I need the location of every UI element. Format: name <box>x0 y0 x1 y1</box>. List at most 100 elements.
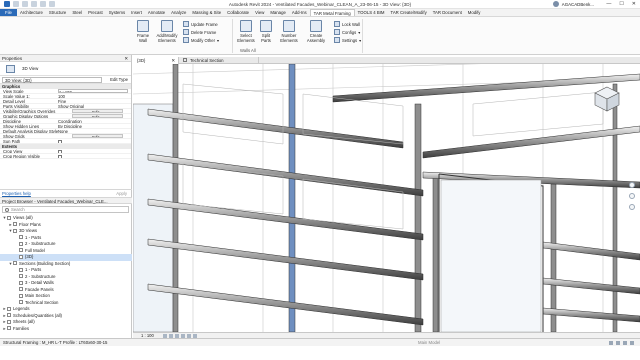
chevron-down-icon: ▾ <box>216 37 220 43</box>
properties-grid: Graphics View Scale 1 : 100 Scale Value 1: 1… <box>0 84 131 159</box>
minimize-button[interactable]: — <box>606 1 611 7</box>
ribbon-tab-manage[interactable]: Manage <box>267 9 289 16</box>
lock-wall-button[interactable]: Lock Wall <box>334 21 360 27</box>
project-browser-search[interactable]: Search <box>2 206 129 213</box>
select-elements-label: Select Elements <box>237 33 255 43</box>
search-placeholder: Search <box>11 207 25 212</box>
apply-button[interactable]: Apply <box>116 190 127 197</box>
view-icon <box>19 280 23 285</box>
project-browser-header: Project Browser - Ventilated Facades_Web… <box>0 197 132 204</box>
checkbox[interactable] <box>58 149 62 153</box>
tree-node-label: Sheets (all) <box>13 319 35 324</box>
property-row: Crop Region Visible <box>0 154 131 159</box>
pan-icon[interactable] <box>629 204 635 210</box>
zoom-icon[interactable] <box>629 193 635 199</box>
filter-icon[interactable] <box>630 341 634 345</box>
worksets-icon[interactable] <box>609 341 613 345</box>
ribbon-tab-tar-metal-framing[interactable]: TAR Metal Framing <box>309 9 355 16</box>
property-name: Default Analysis Display Style <box>3 129 58 133</box>
frame-wall-label: Frame Wall <box>136 33 150 43</box>
ribbon-tab-systems[interactable]: Systems <box>106 9 128 16</box>
tab-technical-section[interactable]: Technical Section <box>179 57 259 64</box>
tree-node-label: 2 - Substructure <box>25 273 56 279</box>
maximize-button[interactable]: ☐ <box>619 1 623 7</box>
ribbon-tab-file[interactable]: File <box>0 9 17 16</box>
select-elements-button[interactable]: Select Elements <box>236 20 256 43</box>
tree-node-label: {3D} <box>25 254 34 259</box>
select-links-icon[interactable] <box>623 341 627 345</box>
property-value[interactable] <box>58 149 131 153</box>
property-value[interactable] <box>58 139 131 143</box>
ribbon-tab-annotate[interactable]: Annotate <box>145 9 168 16</box>
property-value: By Discipline <box>58 124 82 128</box>
properties-palette: Properties ✕ 3D View 3D View: {3D} Edit … <box>0 55 132 338</box>
steering-wheel-icon[interactable] <box>629 182 635 188</box>
property-value[interactable]: Edit... <box>72 114 123 118</box>
property-name: Show Hidden Lines <box>3 124 40 128</box>
ribbon-tab-tar-document[interactable]: TAR Document <box>430 9 465 16</box>
frame-wall-button[interactable]: Frame Wall <box>134 20 152 43</box>
number-elements-button[interactable]: Number Elements <box>278 20 300 43</box>
ribbon-tab-insert[interactable]: Insert <box>128 9 145 16</box>
chevron-down-icon: ▾ <box>358 29 361 35</box>
ribbon-tab-add-ins[interactable]: Add-Ins <box>289 9 310 16</box>
close-button[interactable]: ✕ <box>632 1 636 7</box>
split-parts-button[interactable]: Split Parts <box>258 20 274 43</box>
property-value[interactable]: Edit... <box>72 134 123 138</box>
viewcube-icon[interactable] <box>592 85 622 113</box>
property-value[interactable]: Edit... <box>72 109 123 113</box>
add-modify-label: Add/Modify Elements <box>156 33 178 43</box>
configs-button[interactable]: Configs ▾ <box>334 29 360 35</box>
type-label: 3D View <box>22 66 39 71</box>
tree-node-label: Sections (Building Section) <box>19 260 71 266</box>
ribbon-tab-analyze[interactable]: Analyze <box>168 9 189 16</box>
ribbon-tab-architecture[interactable]: Architecture <box>17 9 46 16</box>
tree-node-label: Full Model <box>25 247 45 253</box>
delete-frame-icon <box>183 29 189 35</box>
checkbox[interactable] <box>58 139 62 143</box>
tree-node-label: 3D Views <box>19 228 38 233</box>
ribbon-tab-view[interactable]: View <box>252 9 267 16</box>
instance-filter-dropdown[interactable]: 3D View: {3D} <box>2 77 102 83</box>
ribbon-tab-precast[interactable]: Precast <box>85 9 106 16</box>
modify-other-button[interactable]: Modify Other ▾ <box>183 37 219 43</box>
tab-3d-view[interactable]: {3D} ✕ <box>133 57 179 64</box>
user-account[interactable]: AGACADBenk... <box>552 1 594 7</box>
ribbon-tab-collaborate[interactable]: Collaborate <box>224 9 252 16</box>
property-name: Visibility/Graphics Overrides <box>3 109 56 113</box>
delete-frame-button[interactable]: Delete Frame <box>183 29 216 35</box>
tab-technical-section-label: Technical Section <box>190 58 224 63</box>
create-assembly-button[interactable]: Create Assembly <box>304 20 328 43</box>
edit-type-button[interactable]: Edit Type <box>110 76 128 84</box>
properties-help-link[interactable]: Properties help <box>2 190 31 197</box>
settings-button[interactable]: Settings ▾ <box>334 37 361 43</box>
design-options-icon[interactable] <box>616 341 620 345</box>
ribbon-tab-tools-4-bim[interactable]: TOOLS 4 BIM <box>355 9 388 16</box>
frame-wall-icon <box>137 20 149 32</box>
property-name: Sun Path <box>3 139 21 143</box>
ribbon-tab-structure[interactable]: Structure <box>46 9 69 16</box>
property-value: Coordination <box>58 119 82 123</box>
property-value: None <box>58 129 69 133</box>
delete-frame-label: Delete Frame <box>191 29 217 35</box>
add-modify-elements-button[interactable]: Add/Modify Elements <box>154 20 180 43</box>
property-value[interactable] <box>58 154 131 158</box>
3d-viewport[interactable] <box>133 64 640 332</box>
panel-label-walls-all: Walls All <box>240 48 256 53</box>
property-value[interactable]: 1 : 100 <box>58 89 128 93</box>
facade-model <box>133 64 640 332</box>
tree-node-label: Technical Section <box>25 299 59 305</box>
ribbon-tab-modify[interactable]: Modify <box>465 9 484 16</box>
ribbon-tab-massing-site[interactable]: Massing & Site <box>189 9 224 16</box>
ribbon-tab-bar: File Architecture Structure Steel Precast Sys… <box>0 9 640 17</box>
type-selector[interactable]: 3D View <box>0 62 131 76</box>
ribbon-tab-steel[interactable]: Steel <box>69 9 85 16</box>
lock-icon <box>334 21 340 27</box>
ribbon-tab-tar-create-modify[interactable]: TAR Create/Modify <box>388 9 430 16</box>
update-frame-button[interactable]: Update Frame <box>183 21 218 27</box>
create-assembly-label: Create Assembly <box>306 33 326 43</box>
tree-node[interactable]: ▸ Families <box>0 326 132 333</box>
close-icon[interactable]: ✕ <box>171 57 175 64</box>
close-icon[interactable]: ✕ <box>124 55 128 62</box>
checkbox[interactable] <box>58 154 62 158</box>
